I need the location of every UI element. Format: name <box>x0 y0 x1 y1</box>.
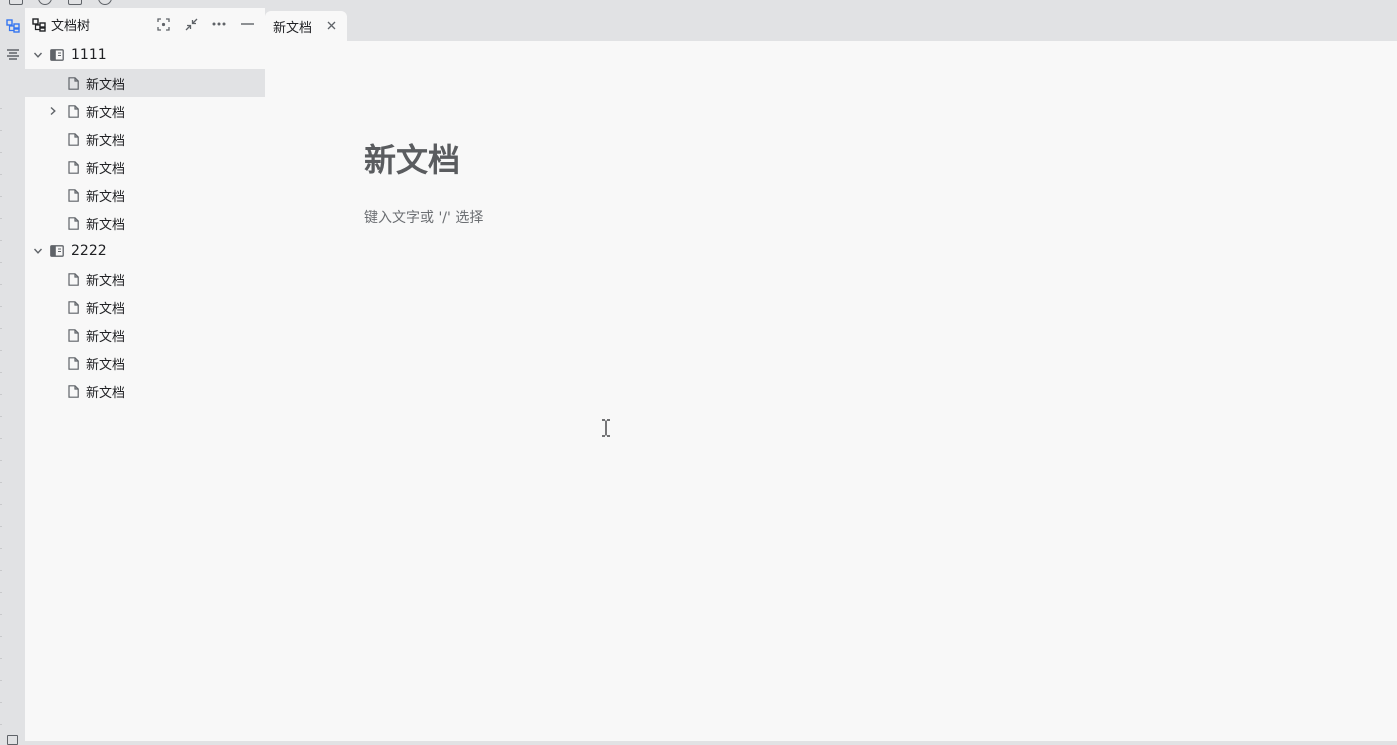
doc-label: 新文档 <box>86 161 126 177</box>
doc-label: 新文档 <box>86 357 126 373</box>
doc-row[interactable]: 新文档 <box>25 209 265 237</box>
history-icon[interactable] <box>98 0 112 5</box>
left-dock <box>0 8 25 745</box>
tab-new-doc[interactable]: 新文档 <box>265 11 347 41</box>
doc-row[interactable]: 新文档 <box>25 69 265 97</box>
doc-label: 新文档 <box>86 273 126 289</box>
doc-row[interactable]: 新文档 <box>25 97 265 125</box>
notebook-icon <box>50 48 64 62</box>
doc-label: 新文档 <box>86 329 126 345</box>
more-icon[interactable] <box>209 14 229 34</box>
document-icon <box>66 188 80 202</box>
document-icon <box>66 328 80 342</box>
chevron-right-icon[interactable] <box>46 104 60 118</box>
document-icon <box>66 384 80 398</box>
doc-row[interactable]: 新文档 <box>25 125 265 153</box>
doc-icon[interactable] <box>68 0 82 5</box>
document-icon <box>66 132 80 146</box>
notebook-label: 2222 <box>71 243 107 259</box>
doc-label: 新文档 <box>86 189 126 205</box>
notebook-icon <box>50 244 64 258</box>
dock-edge <box>0 108 2 741</box>
document-icon <box>66 76 80 90</box>
doc-label: 新文档 <box>86 133 126 149</box>
doc-label: 新文档 <box>86 301 126 317</box>
notebook-row[interactable]: 2222 <box>25 237 265 265</box>
doc-label: 新文档 <box>86 217 126 233</box>
notebook-label: 1111 <box>71 47 107 63</box>
document-icon <box>66 216 80 230</box>
doc-title[interactable]: 新文档 <box>364 135 460 181</box>
outline-icon <box>7 49 19 60</box>
dock-filetree-button[interactable] <box>4 17 22 35</box>
filetree-list: 1111 新文档 新文档 新文档 新文档 新文档 新文档 2222 新文档 新文档 新文档 新文档 新文… <box>25 41 265 405</box>
document-icon <box>66 160 80 174</box>
filetree-title: 文档树 <box>51 19 91 34</box>
top-toolbar <box>0 0 1397 8</box>
tab-bar: 新文档 <box>265 8 1397 41</box>
doc-row[interactable]: 新文档 <box>25 153 265 181</box>
filetree-title-icon <box>31 17 47 33</box>
filetree-panel: 文档树 1111 新文档 新文档 新文档 新文档 新文档 新文档 2222 新文… <box>25 8 265 741</box>
focus-icon[interactable] <box>153 14 173 34</box>
doc-row[interactable]: 新文档 <box>25 265 265 293</box>
dock-outline-button[interactable] <box>4 46 22 64</box>
document-icon <box>66 356 80 370</box>
chevron-down-icon[interactable] <box>31 244 45 258</box>
close-icon[interactable] <box>325 19 337 31</box>
collapse-icon[interactable] <box>181 14 201 34</box>
search-icon[interactable] <box>38 0 52 5</box>
document-icon <box>66 272 80 286</box>
menu-icon[interactable] <box>9 0 23 5</box>
editor[interactable]: 新文档 键入文字或 '/' 选择 <box>265 41 1397 741</box>
filetree-icon <box>6 19 20 33</box>
dock-bottom-icon[interactable] <box>7 735 18 745</box>
document-icon <box>66 104 80 118</box>
doc-row[interactable]: 新文档 <box>25 293 265 321</box>
notebook-row[interactable]: 1111 <box>25 41 265 69</box>
doc-label: 新文档 <box>86 105 126 121</box>
document-icon <box>66 300 80 314</box>
doc-row[interactable]: 新文档 <box>25 321 265 349</box>
doc-placeholder[interactable]: 键入文字或 '/' 选择 <box>364 207 483 227</box>
doc-label: 新文档 <box>86 77 126 93</box>
doc-row[interactable]: 新文档 <box>25 181 265 209</box>
doc-row[interactable]: 新文档 <box>25 377 265 405</box>
doc-label: 新文档 <box>86 385 126 401</box>
text-cursor-icon <box>602 419 610 437</box>
filetree-header: 文档树 <box>25 8 265 41</box>
doc-row[interactable]: 新文档 <box>25 349 265 377</box>
chevron-down-icon[interactable] <box>31 48 45 62</box>
tab-label: 新文档 <box>273 20 313 36</box>
minimize-icon[interactable] <box>237 14 257 34</box>
